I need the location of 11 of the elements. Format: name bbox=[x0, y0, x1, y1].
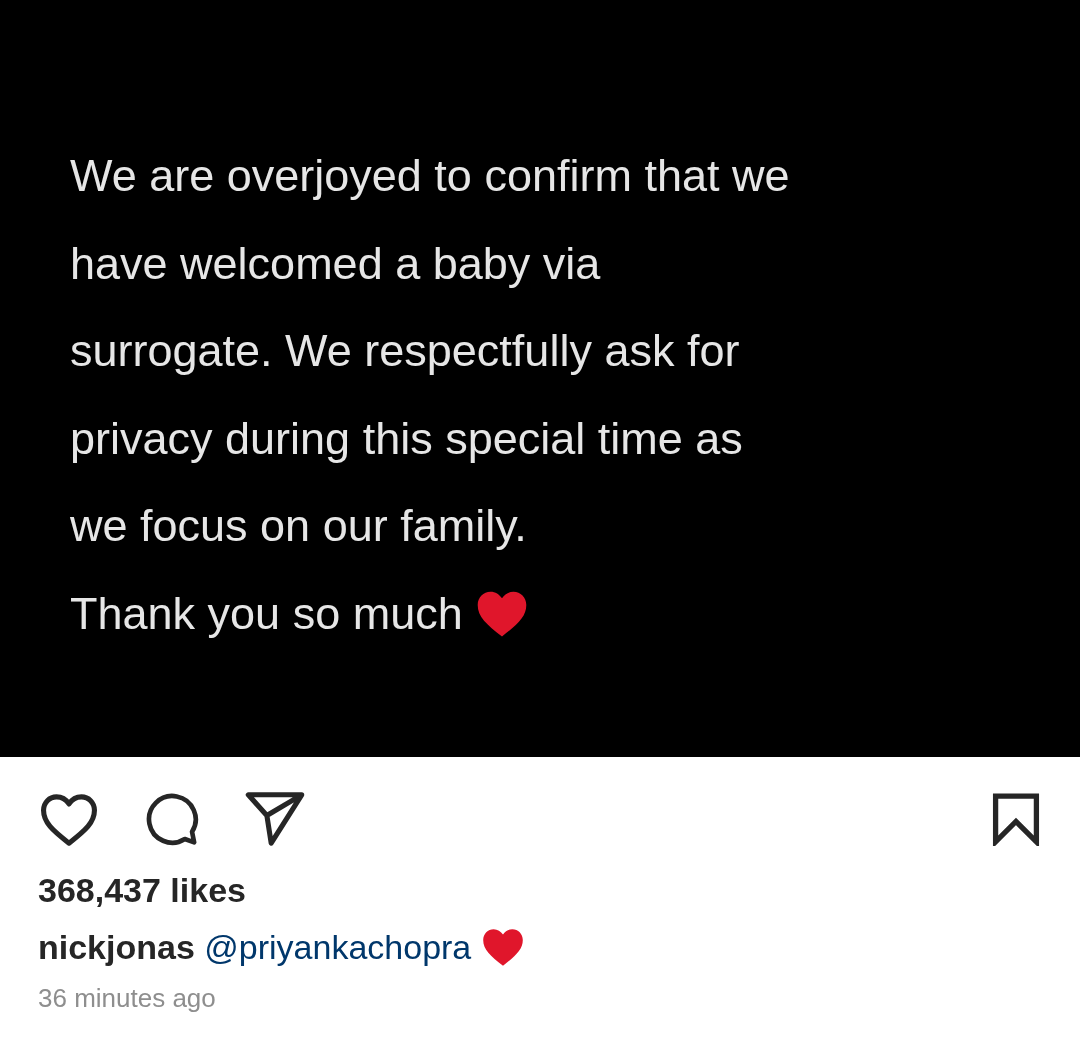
announcement-text: We are overjoyed to confirm that we have welcomed a baby via surrogate. We respectfully ask for privacy during this special time as we focus on our family. bbox=[70, 149, 791, 553]
bookmark-icon[interactable] bbox=[992, 792, 1040, 846]
like-icon[interactable] bbox=[38, 791, 100, 847]
caption: nickjonas @priyankachopra bbox=[38, 927, 472, 968]
heart-icon bbox=[481, 927, 526, 967]
send-icon[interactable] bbox=[244, 791, 306, 847]
mention-link[interactable]: @priyankachopra bbox=[204, 928, 472, 966]
likes-count: 368,437 likes bbox=[37, 870, 247, 911]
closing-text: Thank you so much bbox=[70, 586, 463, 641]
post-time: 36 minutes ago bbox=[37, 982, 217, 1014]
comment-icon[interactable] bbox=[144, 791, 200, 847]
